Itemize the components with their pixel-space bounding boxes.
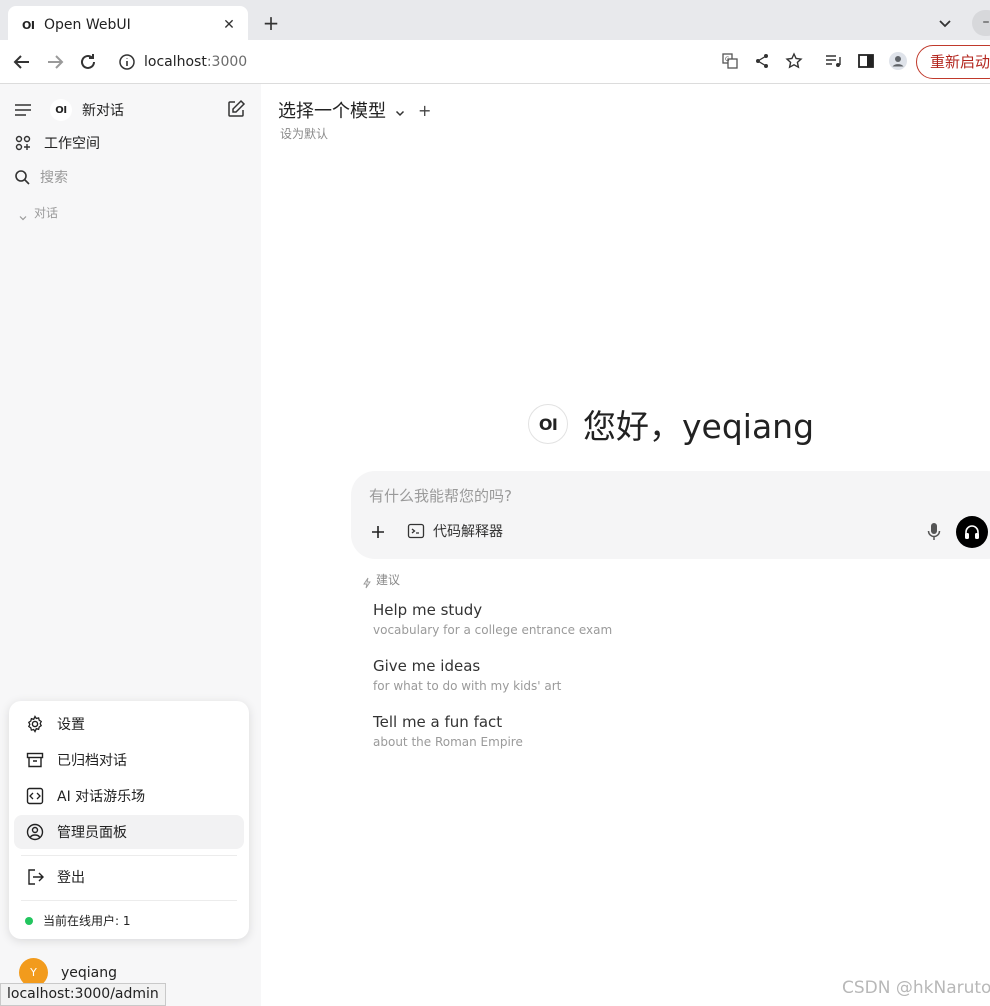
forward-arrow-icon[interactable] — [43, 50, 67, 74]
bolt-icon — [362, 574, 372, 588]
online-users-status: 当前在线用户: 1 — [25, 912, 131, 929]
grid-icon — [14, 134, 32, 152]
back-arrow-icon[interactable] — [10, 50, 34, 74]
chevron-down-icon — [18, 208, 28, 220]
menu-item-admin-panel[interactable]: 管理员面板 — [14, 815, 244, 849]
menu-item-logout[interactable]: 登出 — [14, 860, 244, 894]
chevron-down-icon — [394, 104, 406, 117]
message-composer: 有什么我能帮您的吗? 代码解释器 — [351, 471, 990, 559]
search-input[interactable]: 搜索 — [40, 167, 68, 187]
menu-item-label: AI 对话游乐场 — [57, 789, 146, 805]
link-status-bubble: localhost:3000/admin — [0, 983, 166, 1006]
restart-button[interactable]: 重新启动 — [916, 45, 990, 79]
new-chat-edit-icon[interactable] — [226, 99, 248, 121]
online-users-text: 当前在线用户: 1 — [43, 914, 131, 928]
headphones-icon — [963, 523, 981, 541]
model-selector[interactable]: 选择一个模型 + — [278, 97, 431, 123]
user-name: yeqiang — [61, 964, 118, 981]
app-logo: OI — [50, 99, 72, 121]
sidebar-toggle-icon[interactable] — [14, 100, 34, 120]
browser-tab-bar: OI Open WebUI ✕ + – — [0, 0, 990, 44]
browser-tab[interactable]: OI Open WebUI ✕ — [8, 6, 248, 44]
sidebar-header: OI 新对话 — [14, 99, 124, 121]
tab-title: Open WebUI — [44, 17, 131, 33]
add-model-button[interactable]: + — [418, 101, 431, 120]
menu-divider — [21, 900, 237, 901]
reload-icon[interactable] — [76, 50, 100, 74]
menu-item-label: 管理员面板 — [57, 825, 127, 841]
watermark: CSDN @hkNaruto — [842, 978, 990, 998]
address-url: localhost:3000 — [144, 54, 248, 70]
new-chat-link[interactable]: 新对话 — [82, 100, 124, 120]
menu-item-label: 已归档对话 — [57, 753, 127, 769]
suggestion-subtitle: for what to do with my kids' art — [373, 679, 562, 693]
menu-item-label: 登出 — [57, 870, 85, 886]
sidebar-search[interactable]: 搜索 — [14, 167, 68, 187]
greeting-text: 您好，yeqiang — [583, 407, 815, 446]
suggestion-subtitle: about the Roman Empire — [373, 735, 523, 749]
menu-divider — [21, 855, 237, 856]
voice-mode-button[interactable] — [956, 516, 988, 548]
new-tab-button[interactable]: + — [258, 10, 284, 36]
message-input[interactable]: 有什么我能帮您的吗? — [369, 485, 512, 506]
code-interpreter-button[interactable]: 代码解释器 — [407, 521, 503, 541]
suggestion-item[interactable]: Give me ideas for what to do with my kid… — [373, 657, 733, 693]
online-dot — [25, 916, 33, 925]
code-interpreter-label: 代码解释器 — [433, 524, 503, 540]
address-bar[interactable]: localhost:3000 — [108, 46, 708, 78]
profile-icon[interactable] — [887, 50, 909, 72]
microphone-icon[interactable] — [925, 522, 943, 542]
greeting-logo: OI — [528, 404, 568, 444]
menu-item-archived[interactable]: 已归档对话 — [14, 743, 244, 777]
menu-item-playground[interactable]: AI 对话游乐场 — [14, 779, 244, 813]
search-icon — [14, 169, 30, 185]
archive-box-icon — [26, 751, 44, 769]
model-selector-label: 选择一个模型 — [278, 101, 386, 122]
suggestion-item[interactable]: Tell me a fun fact about the Roman Empir… — [373, 713, 733, 749]
window-minimize-button[interactable]: – — [972, 10, 990, 36]
add-attachment-icon[interactable] — [369, 523, 387, 541]
suggestion-title: Help me study — [373, 601, 483, 619]
share-icon[interactable] — [751, 50, 773, 72]
suggestion-item[interactable]: Help me study vocabulary for a college e… — [373, 601, 733, 637]
suggestion-title: Give me ideas — [373, 657, 481, 675]
chats-section-toggle[interactable]: 对话 — [18, 204, 58, 221]
browser-toolbar: localhost:3000 G 重新启动 — [0, 40, 990, 84]
tab-close-icon[interactable]: ✕ — [220, 17, 238, 33]
site-info-icon[interactable] — [118, 53, 136, 71]
media-queue-icon[interactable] — [822, 50, 844, 72]
sidebar-item-label: 工作空间 — [44, 136, 100, 152]
suggestions-header: 建议 — [362, 571, 400, 588]
suggestions-label: 建议 — [376, 573, 401, 587]
tab-search-chevron-icon[interactable] — [934, 12, 956, 34]
gear-icon — [26, 715, 44, 733]
set-default-link[interactable]: 设为默认 — [280, 125, 328, 142]
user-menu: 设置 已归档对话 AI 对话游乐场 管理员面板 登出 当前在线用户: 1 — [9, 701, 249, 939]
svg-text:G: G — [725, 56, 730, 63]
greeting: OI 您好，yeqiang — [528, 400, 814, 448]
code-brackets-icon — [26, 787, 44, 805]
tab-favicon: OI — [22, 18, 35, 32]
terminal-icon — [407, 522, 425, 540]
sidebar-item-workspace[interactable]: 工作空间 — [14, 133, 100, 153]
menu-item-settings[interactable]: 设置 — [14, 707, 244, 741]
bookmark-star-icon[interactable] — [783, 50, 805, 72]
translate-icon[interactable]: G — [719, 50, 741, 72]
suggestion-subtitle: vocabulary for a college entrance exam — [373, 623, 613, 637]
logout-icon — [26, 868, 44, 886]
menu-item-label: 设置 — [57, 717, 85, 733]
user-circle-icon — [26, 823, 44, 841]
suggestion-title: Tell me a fun fact — [373, 713, 503, 731]
side-panel-icon[interactable] — [855, 50, 877, 72]
chats-section-label: 对话 — [34, 206, 59, 220]
